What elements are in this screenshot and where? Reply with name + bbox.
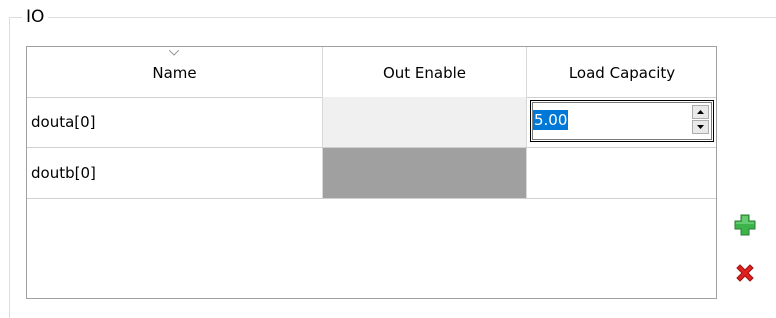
- column-header-load-capacity[interactable]: Load Capacity: [527, 47, 717, 97]
- io-group-title: IO: [22, 6, 49, 28]
- table-header: Name Out Enable Load Capacity: [27, 47, 716, 98]
- column-header-name-label: Name: [152, 64, 197, 82]
- add-io-button[interactable]: [732, 212, 758, 238]
- table-row[interactable]: doutb[0]: [27, 148, 716, 199]
- cell-out-enable-disabled: [323, 148, 527, 198]
- cell-load-capacity[interactable]: [527, 148, 716, 198]
- triangle-up-icon: [697, 110, 704, 114]
- column-header-out-enable-label: Out Enable: [382, 64, 467, 82]
- red-x-icon: [736, 264, 754, 282]
- triangle-down-icon: [697, 125, 704, 129]
- spin-down-button[interactable]: [692, 120, 709, 134]
- column-header-load-capacity-label: Load Capacity: [568, 64, 676, 82]
- sort-indicator-icon: [169, 50, 179, 56]
- cell-name[interactable]: douta[0]: [27, 97, 323, 147]
- io-table[interactable]: Name Out Enable Load Capacity douta[0] d…: [26, 46, 717, 299]
- cell-out-enable[interactable]: [323, 97, 527, 147]
- cell-name[interactable]: doutb[0]: [27, 148, 323, 198]
- column-header-out-enable[interactable]: Out Enable: [323, 47, 527, 97]
- spinbox-value[interactable]: 5.00: [533, 110, 569, 130]
- column-header-name[interactable]: Name: [27, 47, 323, 97]
- green-plus-icon: [734, 214, 756, 236]
- spin-up-button[interactable]: [692, 105, 709, 119]
- delete-io-button[interactable]: [732, 260, 758, 286]
- spinbox-buttons: [692, 105, 709, 135]
- load-capacity-spinbox[interactable]: 5.00: [530, 100, 714, 142]
